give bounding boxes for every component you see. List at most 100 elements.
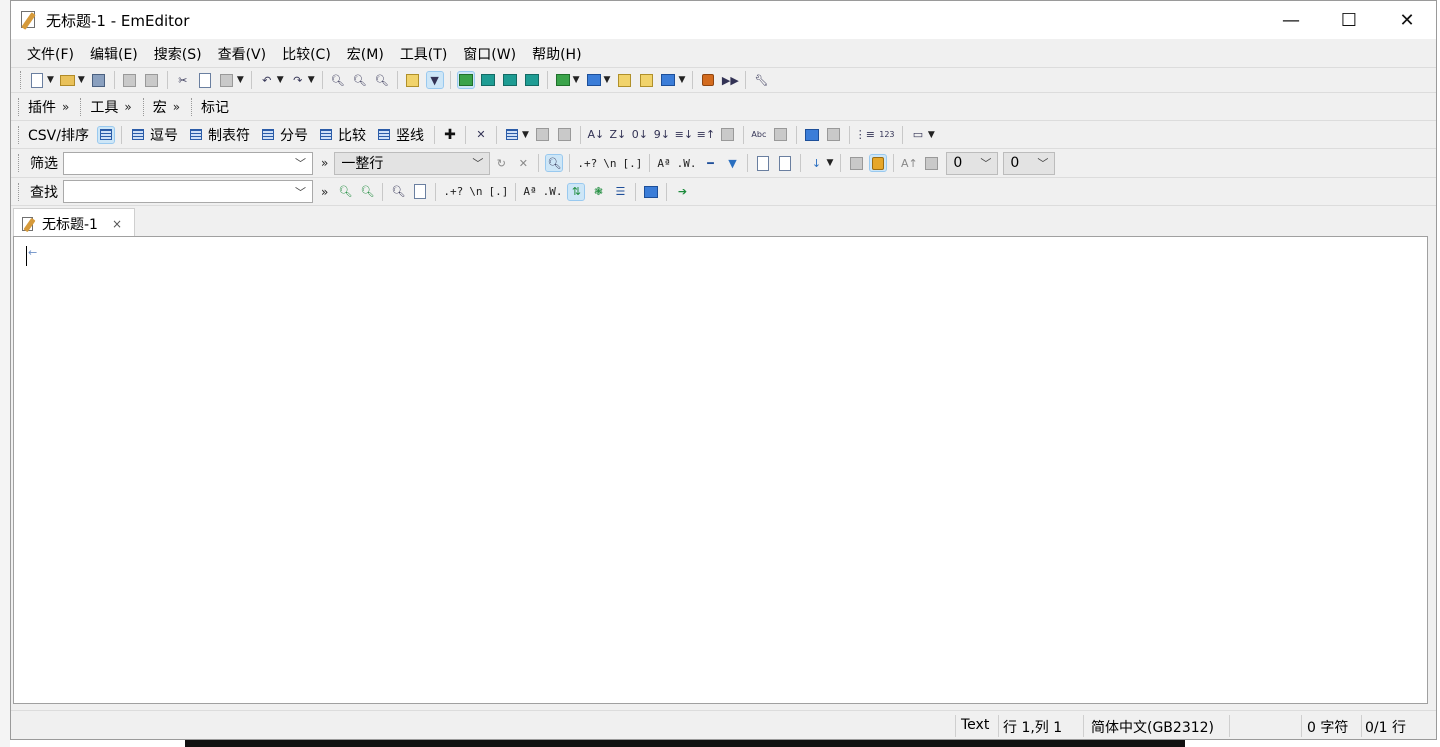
- config-dropdown-arrow[interactable]: ▼: [573, 75, 580, 85]
- find-previous-button[interactable]: 🔍︎: [374, 72, 390, 88]
- plugins-toolbar[interactable]: 插件 »: [15, 93, 77, 120]
- menu-compare[interactable]: 比较(C): [274, 44, 339, 64]
- plugin-tools-button[interactable]: 🔧︎: [753, 72, 769, 88]
- wrap-chars-button[interactable]: [480, 72, 496, 88]
- find-highlight-button[interactable]: ❃: [590, 184, 606, 200]
- print-preview-button[interactable]: [144, 72, 160, 88]
- maximize-button[interactable]: ☐: [1320, 1, 1378, 39]
- sort-options-button[interactable]: [720, 127, 736, 143]
- new-dropdown-arrow[interactable]: ▼: [47, 75, 54, 85]
- paste-button[interactable]: [219, 72, 235, 88]
- filter-context-button[interactable]: A↑: [901, 155, 918, 171]
- filter-clear-button[interactable]: ▼: [724, 155, 740, 171]
- find-next-toolbar-button[interactable]: 🔍︎: [337, 184, 353, 200]
- status-position[interactable]: 行 1,列 1: [1003, 717, 1062, 737]
- csv-comma-button[interactable]: 逗号: [131, 125, 178, 145]
- wrap-none-button[interactable]: [456, 71, 475, 89]
- save-button[interactable]: [91, 72, 107, 88]
- filter-settings-button[interactable]: [923, 155, 939, 171]
- select-config-dropdown-arrow[interactable]: ▼: [678, 75, 685, 85]
- plugins-chevron-icon[interactable]: »: [62, 100, 69, 114]
- status-mode[interactable]: Text: [961, 717, 989, 733]
- clear-filter-button[interactable]: ✕: [515, 155, 531, 171]
- ruler-button[interactable]: 123: [879, 127, 895, 143]
- find-regex-toggle[interactable]: .+?: [443, 185, 463, 198]
- properties-button[interactable]: [638, 72, 654, 88]
- find-chevron-icon[interactable]: »: [321, 185, 328, 199]
- macros-toolbar[interactable]: 宏 »: [140, 93, 188, 120]
- marker-toolbar-button[interactable]: ▭: [910, 127, 926, 143]
- csv-pipe-button[interactable]: 竖线: [377, 125, 424, 145]
- redo-button[interactable]: ↷: [290, 72, 306, 88]
- select-config-button[interactable]: [660, 72, 676, 88]
- config-button[interactable]: [555, 72, 571, 88]
- chevron-down-icon[interactable]: ﹀: [472, 155, 483, 171]
- macros-chevron-icon[interactable]: »: [173, 100, 180, 114]
- close-window-button[interactable]: ✕: [1378, 1, 1436, 39]
- menu-window[interactable]: 窗口(W): [455, 44, 524, 64]
- csv-tools-button[interactable]: ✕: [473, 127, 489, 143]
- menu-tools[interactable]: 工具(T): [392, 44, 455, 64]
- status-encoding[interactable]: 简体中文(GB2312): [1091, 717, 1214, 737]
- tools-toolbar[interactable]: 工具 »: [77, 93, 139, 120]
- add-column-button[interactable]: ✚: [442, 127, 458, 143]
- split-window-button[interactable]: [804, 127, 820, 143]
- tab-untitled-1[interactable]: 无标题-1 ×: [13, 208, 135, 238]
- sort-short-long-button[interactable]: ≡↓: [675, 127, 693, 143]
- filter-direction-dropdown-arrow[interactable]: ▼: [826, 158, 833, 168]
- open-file-button[interactable]: [60, 72, 76, 88]
- find-go-button[interactable]: ➔: [674, 184, 690, 200]
- csv-semicolon-button[interactable]: 分号: [261, 125, 308, 145]
- find-copy-button[interactable]: [412, 184, 428, 200]
- filter-search-button[interactable]: 🔍︎: [545, 154, 564, 172]
- menu-file[interactable]: 文件(F): [19, 44, 82, 64]
- sort-a-z-button[interactable]: A↓: [588, 127, 605, 143]
- tools-chevron-icon[interactable]: »: [124, 100, 131, 114]
- csv-tab-button[interactable]: 制表符: [189, 125, 250, 145]
- find-next-button[interactable]: 🔍︎: [352, 72, 368, 88]
- lines-before-select[interactable]: 0 ﹀: [946, 151, 999, 175]
- lines-after-select[interactable]: 0 ﹀: [1003, 151, 1056, 175]
- wrap-window-button[interactable]: [502, 72, 518, 88]
- find-match-case-toggle[interactable]: Aª: [523, 185, 536, 198]
- csv-normal-button[interactable]: [96, 125, 115, 144]
- cut-button[interactable]: ✂: [175, 72, 191, 88]
- select-columns-dropdown-arrow[interactable]: ▼: [522, 130, 529, 140]
- find-list-button[interactable]: ☰: [612, 184, 628, 200]
- wrap-page-button[interactable]: [524, 72, 540, 88]
- menu-view[interactable]: 查看(V): [210, 44, 275, 64]
- find-whole-word-toggle[interactable]: .W.: [543, 185, 563, 198]
- print-button[interactable]: [122, 72, 138, 88]
- tab-close-icon[interactable]: ×: [112, 217, 122, 231]
- sync-scroll-button[interactable]: [826, 127, 842, 143]
- find-dialog-button[interactable]: 🔍︎: [390, 184, 406, 200]
- find-prev-toolbar-button[interactable]: 🔍︎: [359, 184, 375, 200]
- select-columns-button[interactable]: [504, 127, 520, 143]
- menu-help[interactable]: 帮助(H): [524, 44, 589, 64]
- undo-dropdown-arrow[interactable]: ▼: [277, 75, 284, 85]
- markers-toolbar[interactable]: 标记: [188, 93, 235, 120]
- toolbar-grip[interactable]: [20, 71, 23, 89]
- menu-edit[interactable]: 编辑(E): [82, 44, 146, 64]
- find-button[interactable]: 🔍︎: [330, 72, 346, 88]
- find-escape-toggle[interactable]: ⇅: [567, 182, 586, 201]
- csv-compare-button[interactable]: 比较: [319, 125, 366, 145]
- spell-check-button[interactable]: Abc: [751, 127, 767, 143]
- customize-button[interactable]: [616, 72, 632, 88]
- whole-word-toggle[interactable]: .W.: [677, 157, 697, 170]
- minimize-button[interactable]: —: [1262, 1, 1320, 39]
- sort-long-short-button[interactable]: ≡↑: [697, 127, 715, 143]
- filter-input[interactable]: ﹀: [63, 151, 313, 175]
- chevron-down-icon[interactable]: ﹀: [295, 155, 306, 171]
- refresh-filter-button[interactable]: ↻: [493, 155, 509, 171]
- menu-macros[interactable]: 宏(M): [339, 44, 392, 64]
- menu-search[interactable]: 搜索(S): [146, 44, 210, 64]
- find-newline-toggle[interactable]: \n: [469, 185, 482, 198]
- chevron-down-icon[interactable]: ﹀: [1037, 155, 1048, 171]
- copy-button[interactable]: [197, 72, 213, 88]
- find-bracket-toggle[interactable]: [.]: [488, 185, 508, 198]
- bracket-toggle[interactable]: [.]: [622, 157, 642, 170]
- join-columns-button[interactable]: [535, 127, 551, 143]
- filter-chevron-icon[interactable]: »: [321, 156, 328, 170]
- find-window-button[interactable]: [643, 184, 659, 200]
